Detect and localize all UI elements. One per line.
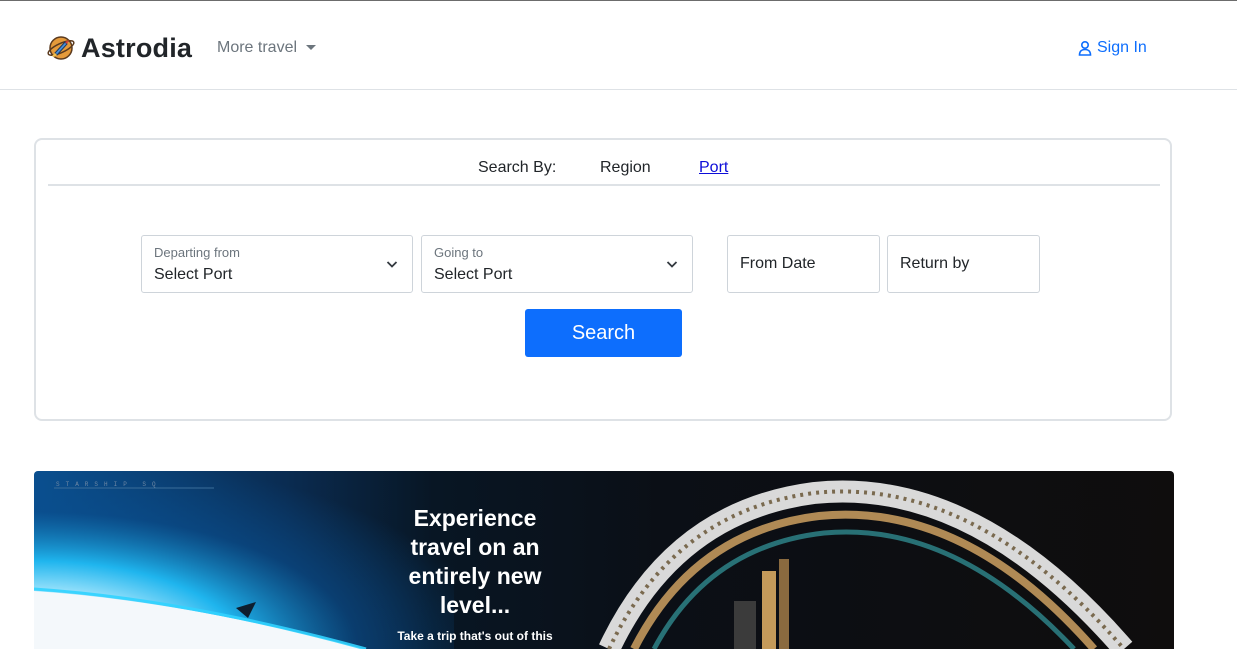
more-travel-label: More travel (217, 39, 298, 56)
caret-down-icon (306, 44, 317, 50)
hero-image (34, 471, 1133, 649)
hero-subtext: Take a trip that's out of this (397, 629, 553, 643)
chevron-down-icon (386, 261, 398, 268)
brand-link[interactable]: Astrodia (46, 33, 192, 63)
going-to-value: Select Port (434, 266, 513, 283)
navbar: Astrodia More travel Sign In (0, 1, 1237, 90)
return-by-input[interactable] (887, 235, 1040, 293)
rocket-planet-icon (47, 36, 75, 60)
hero-banner: STARSHIP SQ Experience travel on an enti… (34, 471, 1174, 649)
search-by-label: Search By: (478, 159, 557, 176)
search-card: Search By: Region Port Departing from Se… (34, 138, 1172, 421)
user-icon (1078, 40, 1092, 56)
going-to-select[interactable]: Going to Select Port (421, 235, 693, 293)
departing-from-select[interactable]: Departing from Select Port (141, 235, 413, 293)
departing-from-value: Select Port (154, 266, 233, 283)
hero-headline: Experience travel on an entirely new lev… (408, 505, 542, 618)
tab-port[interactable]: Port (699, 158, 728, 178)
going-to-label: Going to (434, 245, 484, 260)
sign-in-label: Sign In (1097, 39, 1147, 56)
more-travel-dropdown[interactable]: More travel (217, 38, 317, 58)
departing-from-label: Departing from (154, 245, 240, 260)
hero-tag: STARSHIP SQ (56, 481, 162, 488)
search-button[interactable]: Search (525, 309, 682, 357)
from-date-input[interactable] (727, 235, 880, 293)
chevron-down-icon (666, 261, 678, 268)
tab-region[interactable]: Region (600, 158, 651, 178)
sign-in-link[interactable]: Sign In (1077, 38, 1147, 58)
search-by-tabs: Search By: Region Port (48, 140, 1160, 186)
brand-name: Astrodia (81, 33, 193, 63)
